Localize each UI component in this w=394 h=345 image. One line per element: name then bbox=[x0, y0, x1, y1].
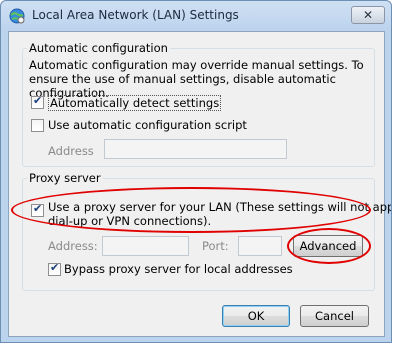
proxy-port-label: Port: bbox=[202, 239, 229, 253]
network-globe-icon bbox=[9, 8, 25, 24]
dialog-body: Automatic configuration Automatic config… bbox=[8, 31, 391, 337]
auto-config-legend: Automatic configuration bbox=[29, 41, 168, 55]
window-title: Local Area Network (LAN) Settings bbox=[32, 8, 239, 22]
ok-button[interactable]: OK bbox=[222, 305, 290, 327]
use-proxy-label-line2: dial-up or VPN connections). bbox=[48, 214, 212, 228]
cancel-button[interactable]: Cancel bbox=[300, 305, 369, 327]
use-proxy-checkbox[interactable] bbox=[31, 202, 44, 217]
lan-settings-dialog: Local Area Network (LAN) Settings ✕ Auto… bbox=[0, 0, 392, 343]
advanced-button[interactable]: Advanced bbox=[293, 235, 363, 257]
use-proxy-label[interactable]: Use a proxy server for your LAN (These s… bbox=[48, 200, 392, 228]
proxy-address-label: Address: bbox=[48, 239, 98, 253]
auto-config-script-checkbox[interactable] bbox=[31, 119, 44, 132]
auto-config-description: Automatic configuration may override man… bbox=[29, 58, 364, 100]
auto-detect-checkbox[interactable] bbox=[31, 94, 44, 109]
proxy-server-legend: Proxy server bbox=[29, 171, 101, 185]
close-button[interactable]: ✕ bbox=[351, 6, 385, 24]
script-address-label: Address bbox=[48, 144, 94, 158]
proxy-address-field[interactable] bbox=[102, 236, 189, 256]
bypass-local-label[interactable]: Bypass proxy server for local addresses bbox=[64, 262, 293, 276]
proxy-port-field[interactable] bbox=[238, 236, 282, 256]
script-address-field[interactable] bbox=[104, 139, 287, 159]
bypass-local-checkbox[interactable] bbox=[48, 261, 61, 276]
auto-config-script-label[interactable]: Use automatic configuration script bbox=[48, 118, 247, 132]
close-icon: ✕ bbox=[362, 8, 374, 22]
title-bar: Local Area Network (LAN) Settings ✕ bbox=[1, 1, 391, 31]
use-proxy-label-line1: Use a proxy server for your LAN (These s… bbox=[48, 200, 392, 214]
auto-detect-label[interactable]: Automatically detect settings bbox=[48, 95, 222, 111]
